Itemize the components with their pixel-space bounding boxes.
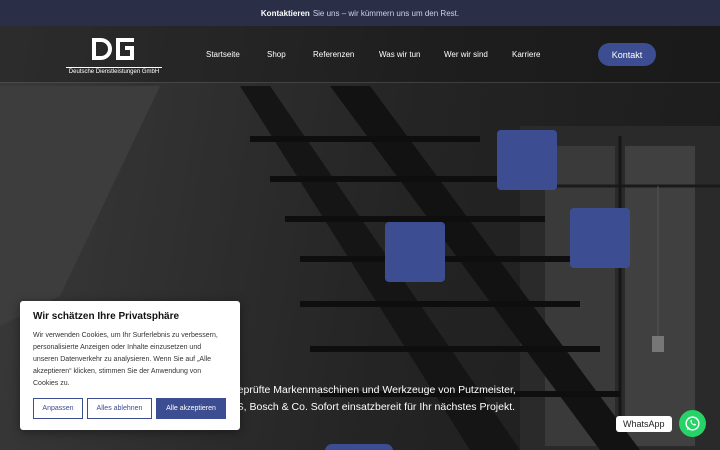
logo-subtitle: Deutsche Dienstleistungen GmbH (66, 67, 162, 75)
nav-item-wer-wir-sind[interactable]: Wer wir sind (444, 26, 488, 83)
cookie-accept-button[interactable]: Alle akzeptieren (156, 398, 226, 419)
hero-line-2: BMS, Bosch & Co. Sofort einsatzbereit fü… (220, 401, 516, 413)
site-logo[interactable]: Deutsche Dienstleistungen GmbH (66, 34, 162, 76)
cookie-reject-button[interactable]: Alles ablehnen (87, 398, 152, 419)
kontakt-button[interactable]: Kontakt (598, 43, 656, 66)
announcement-text: Sie uns – wir kümmern uns um den Rest. (312, 8, 460, 18)
cookie-text: Wir verwenden Cookies, um Ihr Surferlebn… (33, 332, 218, 387)
hero-line-1: attgeprüfte Markenmaschinen und Werkzeug… (220, 384, 516, 396)
nav-item-shop[interactable]: Shop (267, 26, 286, 83)
hero-cta-button[interactable] (325, 444, 393, 450)
cookie-buttons: Anpassen Alles ablehnen Alle akzeptieren (33, 398, 226, 419)
site-header: Deutsche Dienstleistungen GmbH Startseit… (0, 26, 720, 83)
decor-square-2 (570, 208, 630, 268)
cookie-consent-dialog: Wir schätzen Ihre Privatsphäre Wir verwe… (20, 301, 240, 430)
cookie-customize-button[interactable]: Anpassen (33, 398, 83, 419)
whatsapp-icon (685, 416, 700, 431)
announcement-link[interactable]: Kontaktieren (261, 9, 310, 18)
whatsapp-label[interactable]: WhatsApp (616, 416, 672, 432)
cookie-title: Wir schätzen Ihre Privatsphäre (33, 311, 180, 322)
nav-item-karriere[interactable]: Karriere (512, 26, 540, 83)
whatsapp-button[interactable] (679, 410, 706, 437)
decor-square-3 (385, 222, 445, 282)
nav-item-was-wir-tun[interactable]: Was wir tun (379, 26, 421, 83)
announcement-bar: Kontaktieren Sie uns – wir kümmern uns u… (0, 0, 720, 26)
logo-mark-icon (92, 38, 134, 60)
nav-item-startseite[interactable]: Startseite (206, 26, 240, 83)
hero-description: attgeprüfte Markenmaschinen und Werkzeug… (218, 382, 518, 416)
decor-square-1 (497, 130, 557, 190)
nav-item-referenzen[interactable]: Referenzen (313, 26, 354, 83)
